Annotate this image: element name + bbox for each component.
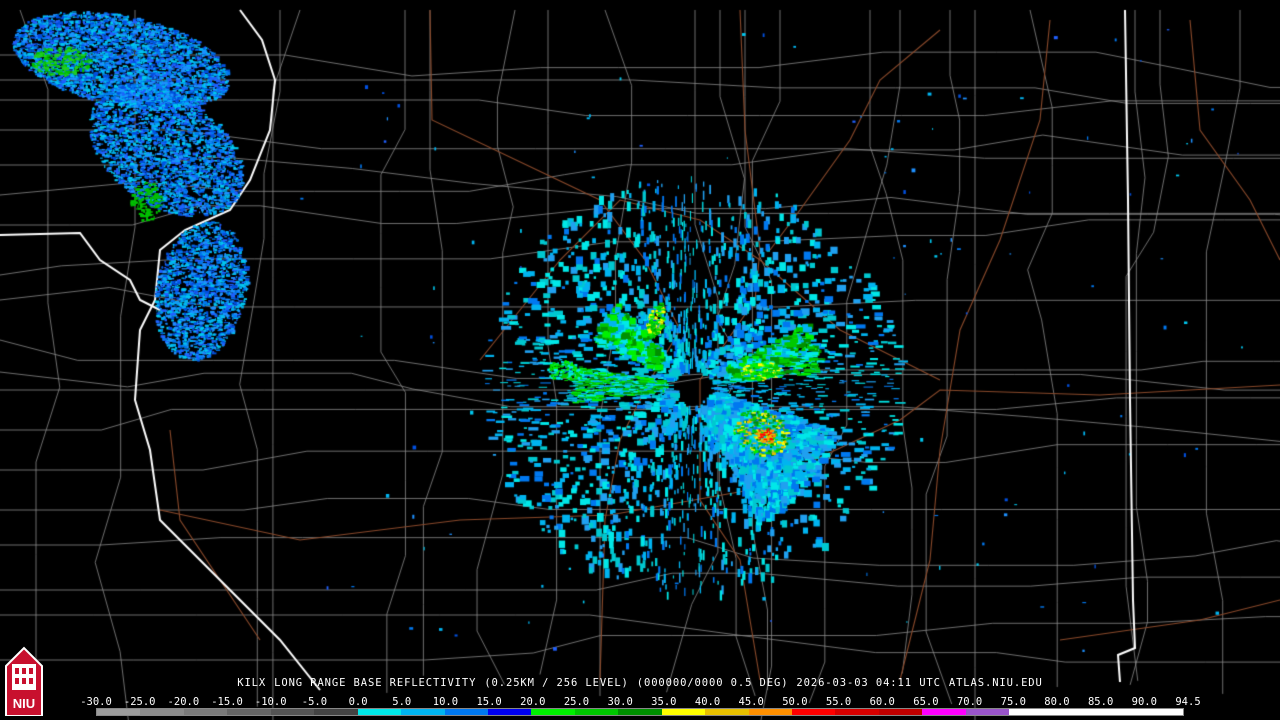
scale-swatch <box>401 709 445 715</box>
product-name: LONG RANGE BASE REFLECTIVITY <box>274 677 477 689</box>
volume-info: (000000/0000 0.5 DEG) <box>636 677 789 689</box>
scale-label: -5.0 <box>301 696 328 708</box>
scale-label: 0.0 <box>348 696 368 708</box>
scale-label: -20.0 <box>167 696 200 708</box>
scale-swatch <box>97 709 141 715</box>
scale-swatch <box>705 709 749 715</box>
scale-label: 15.0 <box>476 696 502 708</box>
scale-swatch <box>487 709 532 715</box>
scale-swatch <box>444 709 488 715</box>
scale-label: 80.0 <box>1044 696 1070 708</box>
scale-swatch <box>1139 709 1183 715</box>
scale-swatch <box>314 709 358 715</box>
scale-label: 75.0 <box>1000 696 1026 708</box>
scale-swatch <box>1052 709 1097 715</box>
color-scale-labels: -30.0 -25.0 -20.0 -15.0 -10.0 -5.0 0.0 5.0 10.0 1… <box>80 696 1200 708</box>
scale-label: 90.0 <box>1131 696 1157 708</box>
logo-text: NIU <box>13 696 35 711</box>
scale-swatch <box>531 709 575 715</box>
scale-swatch <box>270 709 315 715</box>
scale-label: 45.0 <box>738 696 764 708</box>
scale-swatch <box>183 709 228 715</box>
scale-label: 20.0 <box>520 696 546 708</box>
scale-label: 25.0 <box>563 696 590 708</box>
scale-label: 5.0 <box>392 696 412 708</box>
scale-swatch <box>965 709 1010 715</box>
scale-swatch <box>748 709 792 715</box>
scale-swatch <box>140 709 184 715</box>
scale-label: 30.0 <box>607 696 633 708</box>
color-scale-bar <box>96 708 1184 716</box>
scale-swatch <box>1009 709 1053 715</box>
product-resolution: (0.25KM / 256 LEVEL) <box>484 677 629 689</box>
scale-label: 70.0 <box>956 696 983 708</box>
scale-swatch <box>357 709 402 715</box>
scale-swatch <box>618 709 662 715</box>
scale-label: 55.0 <box>825 696 852 708</box>
scale-label: 50.0 <box>782 696 808 708</box>
source-site: ATLAS.NIU.EDU <box>948 677 1043 689</box>
scale-swatch <box>661 709 706 715</box>
scale-label: 40.0 <box>694 696 721 708</box>
scale-label: 35.0 <box>651 696 677 708</box>
scale-swatch <box>1096 709 1140 715</box>
station-id: KILX <box>237 677 267 689</box>
scale-swatch <box>574 709 619 715</box>
scale-label: -25.0 <box>123 696 156 708</box>
scale-label: 10.0 <box>432 696 459 708</box>
scale-swatch <box>792 709 836 715</box>
scale-swatch <box>835 709 879 715</box>
scale-swatch <box>227 709 271 715</box>
radar-map <box>0 0 1280 720</box>
scale-label: -30.0 <box>80 696 112 708</box>
product-caption: KILX LONG RANGE BASE REFLECTIVITY (0.25KM … <box>0 677 1280 691</box>
scale-label: 65.0 <box>913 696 939 708</box>
scale-swatch <box>878 709 923 715</box>
scan-timestamp: 2026-03-03 04:11 UTC <box>796 677 941 689</box>
scale-label: -10.0 <box>254 696 287 708</box>
scale-label: -15.0 <box>211 696 243 708</box>
scale-label: 85.0 <box>1087 696 1114 708</box>
scale-swatch <box>922 709 966 715</box>
scale-label: 60.0 <box>869 696 895 708</box>
scale-label: 94.5 <box>1175 696 1201 708</box>
